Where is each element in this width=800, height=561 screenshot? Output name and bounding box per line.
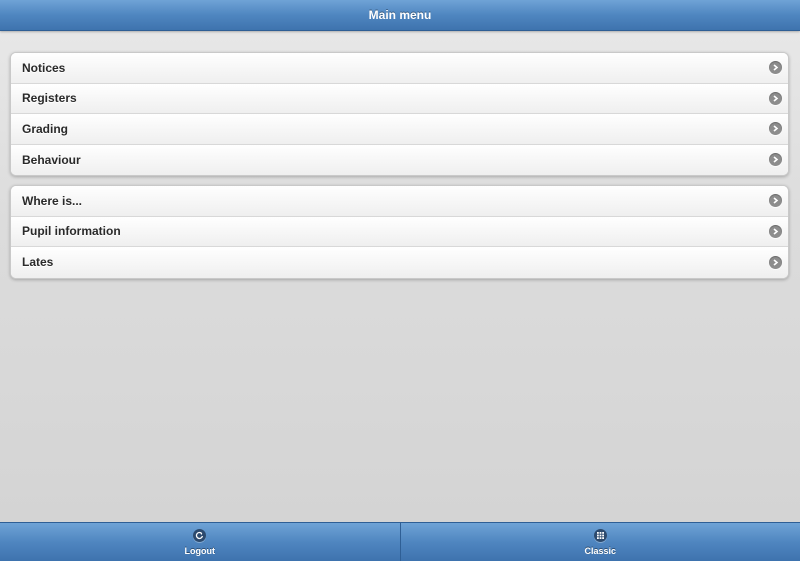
arrow-right-icon (769, 61, 782, 75)
classic-label: Classic (584, 545, 617, 556)
menu-list-primary: Notices Registers Grading Behaviour (10, 52, 789, 176)
grid-icon (593, 528, 607, 542)
arrow-right-icon (769, 224, 782, 238)
menu-item-lates[interactable]: Lates (11, 247, 788, 278)
menu-list-secondary: Where is... Pupil information Lates (10, 185, 789, 279)
arrow-right-icon (769, 194, 782, 208)
arrow-right-icon (769, 255, 782, 269)
logout-button[interactable]: Logout (0, 523, 400, 561)
menu-item-label: Lates (22, 255, 54, 270)
arrow-right-icon (769, 122, 782, 136)
menu-item-label: Grading (22, 121, 69, 136)
menu-item-label: Behaviour (22, 152, 81, 167)
header-bar: Main menu (0, 0, 800, 31)
footer-navbar: Logout Classic (0, 522, 800, 561)
menu-item-pupil-information[interactable]: Pupil information (11, 216, 788, 247)
refresh-icon (193, 528, 207, 542)
menu-item-label: Pupil information (22, 224, 121, 239)
arrow-right-icon (769, 91, 782, 105)
page-title: Main menu (368, 8, 432, 22)
menu-item-where-is[interactable]: Where is... (11, 186, 788, 217)
menu-item-label: Where is... (22, 193, 83, 208)
menu-item-behaviour[interactable]: Behaviour (11, 144, 788, 175)
arrow-right-icon (769, 153, 782, 167)
menu-item-notices[interactable]: Notices (11, 53, 788, 84)
menu-item-registers[interactable]: Registers (11, 83, 788, 114)
menu-item-label: Registers (22, 91, 77, 106)
menu-item-label: Notices (22, 60, 66, 75)
menu-item-grading[interactable]: Grading (11, 114, 788, 145)
classic-button[interactable]: Classic (399, 523, 800, 561)
logout-label: Logout (184, 545, 216, 556)
